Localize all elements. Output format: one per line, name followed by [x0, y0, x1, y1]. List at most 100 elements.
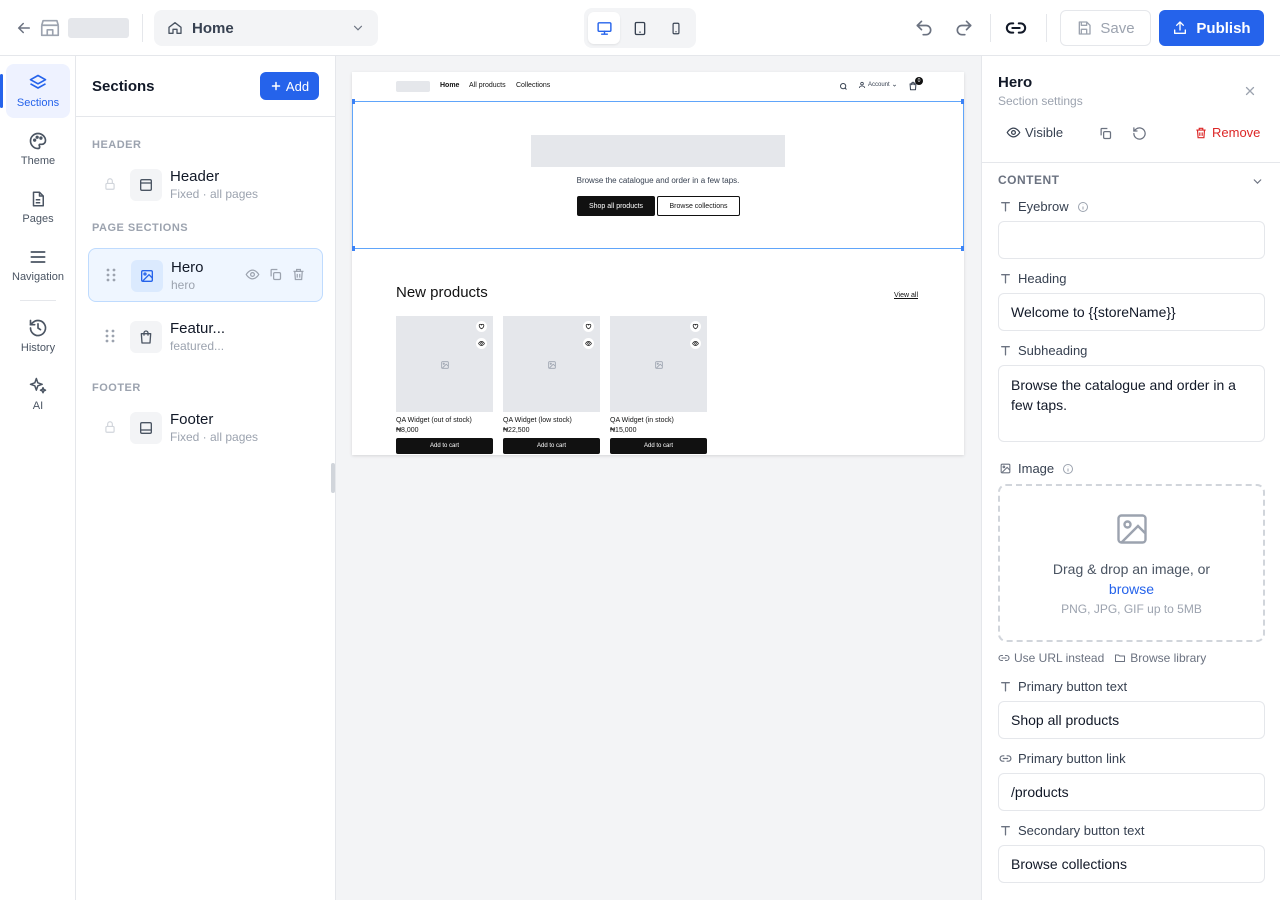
browse-link[interactable]: browse	[1000, 579, 1263, 599]
field-label-text: Secondary button text	[1018, 823, 1145, 838]
lock-icon	[102, 176, 118, 192]
eyebrow-input[interactable]	[998, 221, 1265, 259]
subheading-textarea[interactable]: Browse the catalogue and order in a few …	[998, 365, 1265, 442]
back-arrow-icon[interactable]	[14, 18, 34, 38]
rail-item-pages[interactable]: Pages	[6, 180, 70, 234]
use-url-link[interactable]: Use URL instead	[998, 651, 1104, 665]
drag-handle-icon[interactable]	[102, 328, 118, 344]
eye-icon[interactable]	[690, 338, 701, 349]
heading-input[interactable]: Welcome to {{storeName}}	[998, 293, 1265, 331]
field-label-primary-link: Primary button link	[998, 751, 1126, 766]
preview-account[interactable]: Account	[858, 81, 897, 89]
image-upload-icon	[1114, 511, 1150, 547]
selection-handle	[352, 246, 355, 251]
mobile-view-button[interactable]	[660, 12, 692, 44]
publish-button[interactable]: Publish	[1159, 10, 1264, 46]
heart-icon[interactable]	[583, 321, 594, 332]
heart-icon[interactable]	[476, 321, 487, 332]
field-label-primary-text: Primary button text	[998, 679, 1127, 694]
text-icon	[998, 680, 1012, 694]
rail-item-ai[interactable]: AI	[6, 367, 70, 421]
chevron-down-icon[interactable]	[1250, 174, 1264, 188]
panel-resize-handle[interactable]	[331, 463, 335, 493]
primary-button-text-input[interactable]: Shop all products	[998, 701, 1265, 739]
divider	[982, 162, 1280, 163]
add-to-cart-button[interactable]: Add to cart	[396, 438, 493, 454]
dropzone-hint: PNG, JPG, GIF up to 5MB	[1061, 602, 1202, 616]
sparkles-icon	[28, 376, 48, 396]
preview-nav-link[interactable]: Collections	[516, 82, 550, 89]
tablet-icon	[632, 20, 648, 37]
folder-icon	[1114, 652, 1126, 664]
rail-item-navigation[interactable]: Navigation	[6, 238, 70, 292]
section-item-header[interactable]: Header Fixed · all pages	[88, 158, 323, 212]
preview-product-card[interactable]: QA Widget (low stock) ₦22,500 Add to car…	[503, 316, 600, 454]
field-label-image: Image	[998, 461, 1074, 476]
preview-product-card[interactable]: QA Widget (in stock) ₦15,000 Add to cart	[610, 316, 707, 454]
eye-icon[interactable]	[583, 338, 594, 349]
heart-icon[interactable]	[690, 321, 701, 332]
product-price: ₦15,000	[610, 427, 637, 434]
info-icon[interactable]	[1062, 463, 1074, 475]
rail-item-history[interactable]: History	[6, 309, 70, 363]
add-to-cart-button[interactable]: Add to cart	[610, 438, 707, 454]
section-item-footer[interactable]: Footer Fixed · all pages	[88, 401, 323, 455]
undo-icon[interactable]	[912, 16, 936, 40]
section-sub: featured...	[170, 339, 225, 353]
trash-icon[interactable]	[291, 267, 306, 282]
eye-icon[interactable]	[476, 338, 487, 349]
shopping-bag-icon	[138, 329, 154, 345]
add-section-button[interactable]: Add	[260, 72, 319, 100]
settings-subtitle: Section settings	[998, 94, 1083, 108]
redo-icon[interactable]	[952, 16, 976, 40]
preview-product-card[interactable]: QA Widget (out of stock) ₦8,000 Add to c…	[396, 316, 493, 454]
add-to-cart-button[interactable]: Add to cart	[503, 438, 600, 454]
section-item-featured[interactable]: Featur... featured...	[88, 310, 323, 364]
rail-item-sections[interactable]: Sections	[0, 64, 70, 118]
preview-canvas: Home All products Collections Account 0	[336, 56, 981, 900]
drag-handle-icon[interactable]	[103, 267, 119, 283]
cart-icon[interactable]: 0	[907, 77, 923, 92]
layout-header-icon	[138, 177, 154, 193]
eye-icon	[1006, 125, 1021, 140]
search-icon[interactable]	[838, 81, 848, 91]
group-label-header: HEADER	[92, 139, 142, 151]
preview-secondary-button[interactable]: Browse collections	[657, 196, 740, 216]
image-dropzone[interactable]: Drag & drop an image, or browse PNG, JPG…	[998, 484, 1265, 642]
copy-icon[interactable]	[1098, 126, 1113, 141]
preview-primary-button[interactable]: Shop all products	[577, 196, 655, 216]
eye-icon[interactable]	[245, 267, 260, 282]
section-sub: hero	[171, 278, 196, 292]
copy-icon[interactable]	[268, 267, 283, 282]
reset-icon[interactable]	[1132, 126, 1147, 141]
field-label-text: Primary button link	[1018, 751, 1126, 766]
rail-divider	[20, 300, 56, 301]
image-icon	[998, 462, 1012, 476]
preview-hero-section[interactable]: Browse the catalogue and order in a few …	[352, 99, 964, 251]
info-icon[interactable]	[1077, 201, 1089, 213]
link-icon	[998, 652, 1010, 664]
secondary-button-text-input[interactable]: Browse collections	[998, 845, 1265, 883]
page-selector[interactable]: Home	[154, 10, 378, 46]
divider	[990, 14, 991, 42]
section-item-hero[interactable]: Hero hero	[88, 248, 323, 302]
content-group-label: CONTENT	[998, 173, 1060, 187]
desktop-view-button[interactable]	[588, 12, 620, 44]
section-name: Hero	[171, 259, 204, 276]
rail-item-theme[interactable]: Theme	[6, 122, 70, 176]
field-label-text: Image	[1018, 461, 1055, 476]
preview-nav-link[interactable]: Home	[440, 82, 459, 89]
close-icon[interactable]	[1242, 83, 1258, 99]
group-label-footer: FOOTER	[92, 382, 141, 394]
preview-new-products-title: New products	[396, 284, 488, 301]
remove-section-button[interactable]: Remove	[1194, 125, 1260, 140]
section-sub: Fixed · all pages	[170, 187, 259, 201]
link-icon[interactable]	[1004, 16, 1028, 40]
preview-nav-link[interactable]: All products	[469, 82, 506, 89]
preview-view-all-link[interactable]: View all	[894, 292, 918, 299]
browse-library-link[interactable]: Browse library	[1114, 651, 1206, 665]
save-button[interactable]: Save	[1060, 10, 1151, 46]
visible-toggle[interactable]: Visible	[1006, 125, 1063, 140]
tablet-view-button[interactable]	[624, 12, 656, 44]
primary-button-link-input[interactable]: /products	[998, 773, 1265, 811]
